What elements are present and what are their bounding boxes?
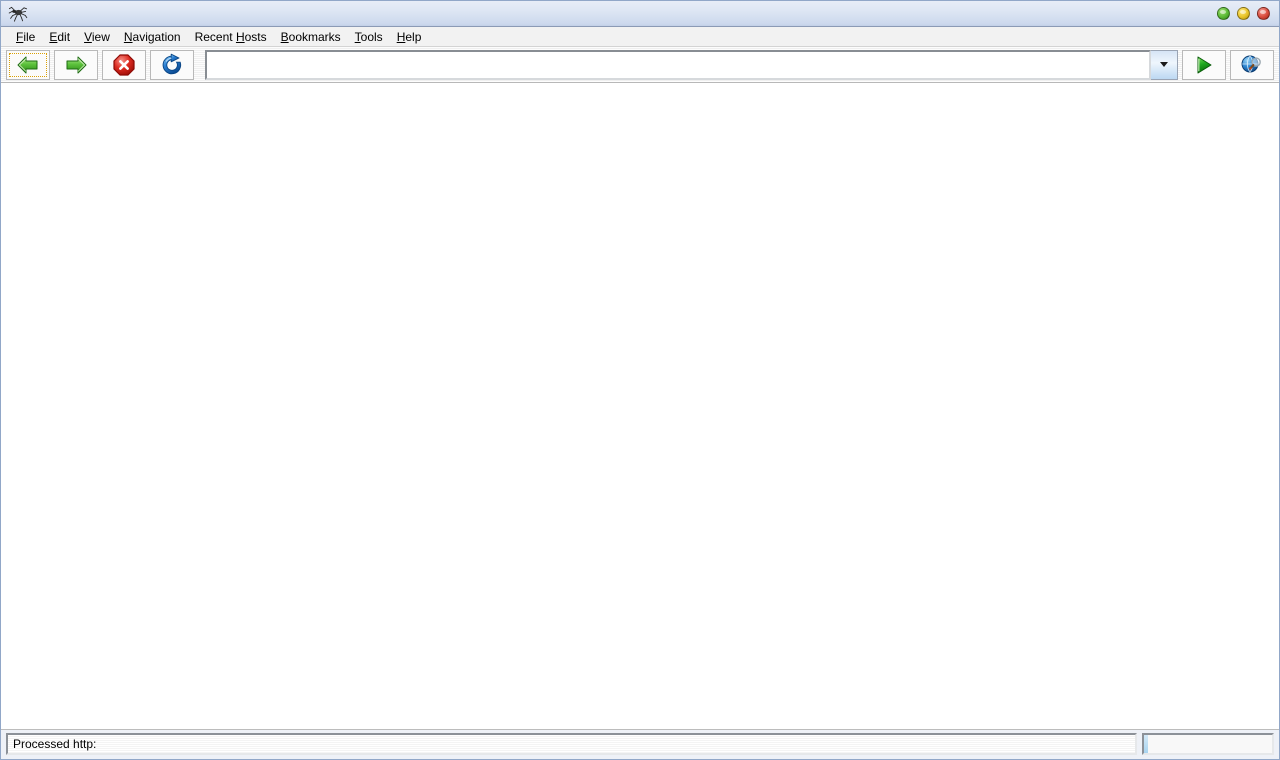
application-window: File Edit View Navigation Recent Hosts B… (0, 0, 1280, 760)
window-controls (1217, 7, 1270, 20)
menu-item-help[interactable]: Help (390, 28, 429, 46)
status-message: Processed http: (6, 733, 1137, 755)
menu-item-bookmarks[interactable]: Bookmarks (274, 28, 348, 46)
forward-arrow-icon (64, 54, 88, 76)
forward-button[interactable] (54, 50, 98, 80)
page-content-area[interactable] (1, 83, 1279, 729)
back-arrow-icon (16, 54, 40, 76)
url-input[interactable] (205, 50, 1151, 80)
menu-item-file[interactable]: File (9, 28, 42, 46)
close-button[interactable] (1257, 7, 1270, 20)
reload-button[interactable] (150, 50, 194, 80)
back-button[interactable] (6, 50, 50, 80)
go-play-icon (1193, 54, 1215, 76)
reload-icon (160, 53, 184, 77)
progress-bar-fill (1144, 735, 1148, 753)
minimize-button[interactable] (1217, 7, 1230, 20)
stop-button[interactable] (102, 50, 146, 80)
url-bar (205, 50, 1178, 80)
menu-item-navigation[interactable]: Navigation (117, 28, 188, 46)
progress-bar (1142, 733, 1274, 755)
menu-item-recent-hosts[interactable]: Recent Hosts (188, 28, 274, 46)
toolbar (1, 47, 1279, 83)
spider-icon (7, 4, 29, 24)
stop-icon (112, 53, 136, 77)
url-history-dropdown-button[interactable] (1151, 50, 1178, 80)
menu-item-tools[interactable]: Tools (348, 28, 390, 46)
menu-item-edit[interactable]: Edit (42, 28, 77, 46)
status-bar: Processed http: (1, 729, 1279, 759)
search-button[interactable] (1230, 50, 1274, 80)
title-bar (1, 1, 1279, 27)
chevron-down-icon (1160, 62, 1168, 67)
menu-bar: File Edit View Navigation Recent Hosts B… (1, 27, 1279, 47)
maximize-button[interactable] (1237, 7, 1250, 20)
globe-search-icon (1240, 53, 1264, 77)
menu-item-view[interactable]: View (77, 28, 117, 46)
go-button[interactable] (1182, 50, 1226, 80)
